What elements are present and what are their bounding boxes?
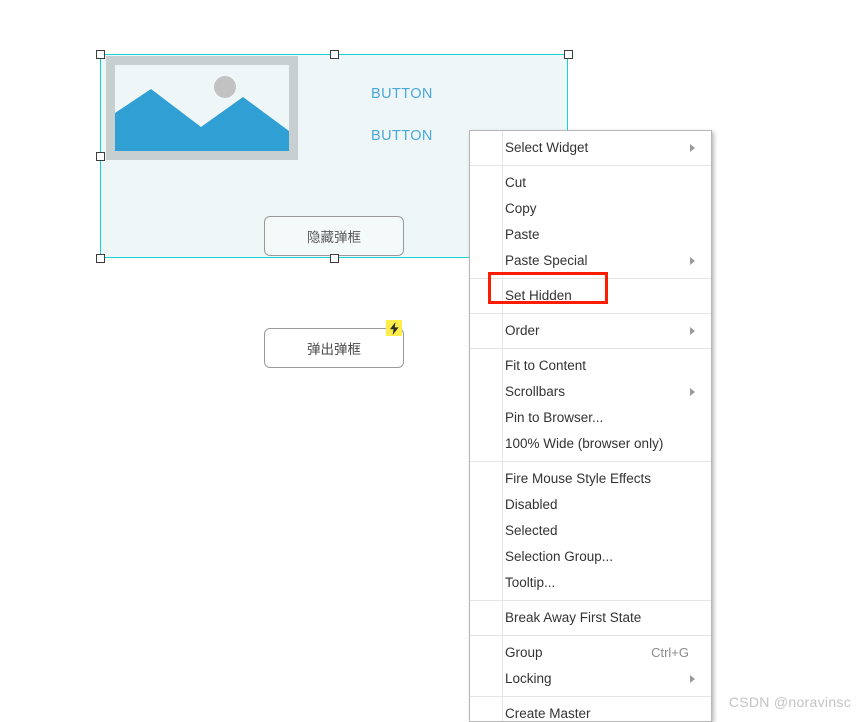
menu-item-selected[interactable]: Selected (470, 518, 711, 544)
menu-item-label: Pin to Browser... (505, 410, 604, 425)
menu-item-break-away-first-state[interactable]: Break Away First State (470, 605, 711, 631)
menu-item-create-master[interactable]: Create Master (470, 701, 711, 721)
menu-separator (470, 313, 711, 314)
menu-item-label: Scrollbars (505, 384, 566, 399)
menu-item-label: Copy (505, 201, 537, 216)
menu-separator (470, 635, 711, 636)
menu-item-cut[interactable]: Cut (470, 170, 711, 196)
menu-item-scrollbars[interactable]: Scrollbars (470, 379, 711, 405)
selection-handle-top-left[interactable] (96, 50, 105, 59)
chevron-right-icon (690, 327, 695, 335)
context-menu[interactable]: Select Widget Cut Copy Paste Paste Special Se… (469, 130, 712, 722)
image-glyph-icon (115, 76, 289, 151)
menu-separator (470, 461, 711, 462)
menu-item-label: Selected (505, 523, 558, 538)
menu-item-label: 100% Wide (browser only) (505, 436, 664, 451)
chevron-right-icon (690, 388, 695, 396)
screenshot-stage: BUTTON BUTTON 隐藏弹框 弹出弹框 Select Widget Cut… (0, 0, 861, 722)
menu-item-tooltip[interactable]: Tooltip... (470, 570, 711, 596)
selection-handle-top-right[interactable] (564, 50, 573, 59)
image-placeholder-inner (115, 65, 289, 151)
menu-separator (470, 600, 711, 601)
chevron-right-icon (690, 257, 695, 265)
menu-item-label: Break Away First State (505, 610, 642, 625)
hide-dialog-button[interactable]: 隐藏弹框 (264, 216, 404, 256)
menu-separator (470, 165, 711, 166)
menu-separator (470, 278, 711, 279)
menu-item-100-wide-browser-only[interactable]: 100% Wide (browser only) (470, 431, 711, 457)
lightning-bolt-icon[interactable] (386, 320, 402, 336)
selection-handle-bottom-left[interactable] (96, 254, 105, 263)
menu-item-label: Create Master (505, 706, 591, 721)
menu-item-select-widget[interactable]: Select Widget (470, 135, 711, 161)
menu-item-list: Select Widget Cut Copy Paste Paste Special Se… (470, 131, 711, 721)
menu-item-copy[interactable]: Copy (470, 196, 711, 222)
menu-item-label: Paste Special (505, 253, 588, 268)
menu-item-shortcut: Ctrl+G (651, 645, 689, 660)
menu-item-order[interactable]: Order (470, 318, 711, 344)
canvas-button-label-2[interactable]: BUTTON (371, 128, 433, 144)
show-dialog-button[interactable]: 弹出弹框 (264, 328, 404, 368)
chevron-right-icon (690, 144, 695, 152)
menu-item-label: Selection Group... (505, 549, 614, 564)
menu-separator (470, 696, 711, 697)
menu-item-locking[interactable]: Locking (470, 666, 711, 692)
menu-item-label: Tooltip... (505, 575, 556, 590)
selection-handle-middle-left[interactable] (96, 152, 105, 161)
menu-item-label: Select Widget (505, 140, 589, 155)
menu-item-fire-mouse-style-effects[interactable]: Fire Mouse Style Effects (470, 466, 711, 492)
menu-item-label: Paste (505, 227, 540, 242)
menu-item-label: Order (505, 323, 540, 338)
menu-item-label: Locking (505, 671, 552, 686)
menu-item-set-hidden[interactable]: Set Hidden (470, 283, 711, 309)
menu-item-disabled[interactable]: Disabled (470, 492, 711, 518)
menu-item-label: Set Hidden (505, 288, 572, 303)
menu-item-selection-group[interactable]: Selection Group... (470, 544, 711, 570)
lightning-bolt-glyph (389, 321, 399, 335)
menu-item-label: Group (505, 645, 543, 660)
watermark-text: CSDN @noravinsc (728, 694, 851, 710)
image-placeholder-widget[interactable] (106, 56, 298, 160)
selection-handle-top-center[interactable] (330, 50, 339, 59)
canvas-button-label-1[interactable]: BUTTON (371, 86, 433, 102)
menu-item-label: Cut (505, 175, 527, 190)
menu-separator (470, 348, 711, 349)
menu-item-label: Fire Mouse Style Effects (505, 471, 652, 486)
chevron-right-icon (690, 675, 695, 683)
selection-handle-bottom-center[interactable] (330, 254, 339, 263)
menu-item-group[interactable]: Group Ctrl+G (470, 640, 711, 666)
menu-item-label: Disabled (505, 497, 558, 512)
menu-item-label: Fit to Content (505, 358, 587, 373)
menu-item-fit-to-content[interactable]: Fit to Content (470, 353, 711, 379)
menu-item-paste-special[interactable]: Paste Special (470, 248, 711, 274)
menu-item-paste[interactable]: Paste (470, 222, 711, 248)
menu-item-pin-to-browser[interactable]: Pin to Browser... (470, 405, 711, 431)
